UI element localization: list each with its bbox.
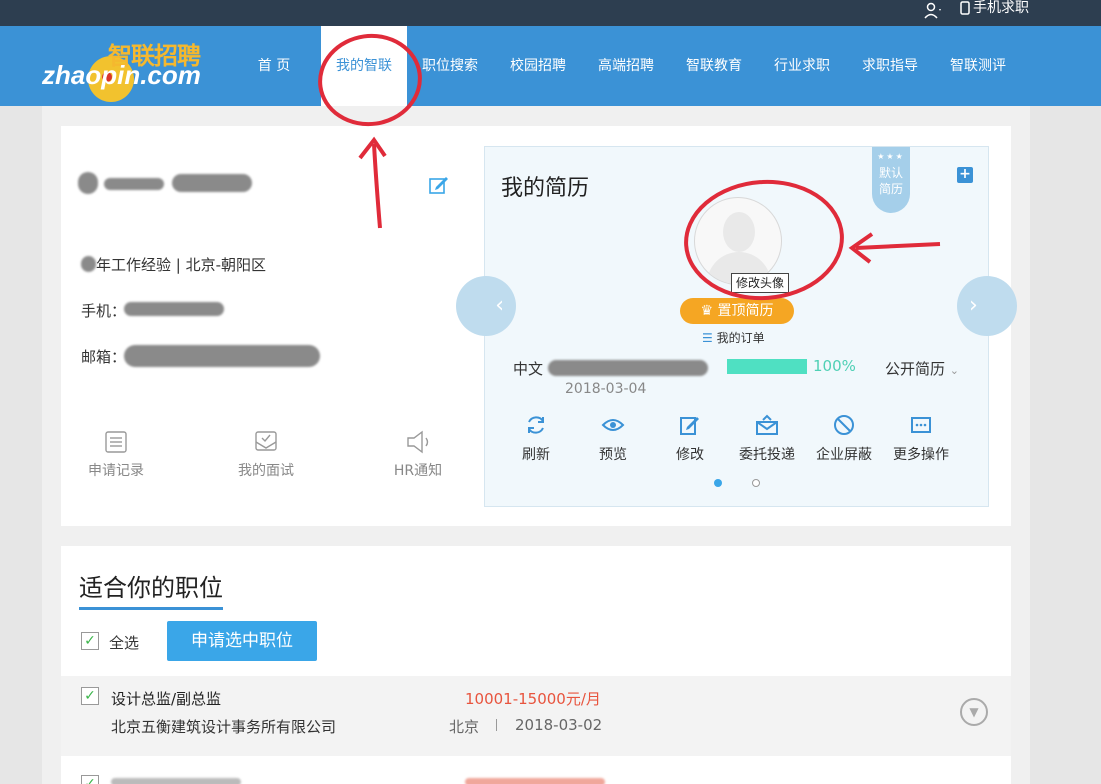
quick-my-interviews-label: 我的面试 bbox=[238, 463, 294, 479]
user-menu[interactable] bbox=[924, 2, 942, 24]
chevron-down-icon: ⌄ bbox=[949, 364, 960, 377]
job-city: 北京 bbox=[449, 718, 480, 736]
more-icon bbox=[911, 417, 931, 433]
redacted-name-2 bbox=[104, 178, 164, 190]
quick-apply-records[interactable]: 申请记录 bbox=[76, 430, 156, 480]
jobs-section-title: 适合你的职位 bbox=[79, 568, 223, 610]
crown-icon: ♛ bbox=[700, 303, 714, 319]
next-job-title-cut bbox=[111, 778, 241, 784]
phone-icon bbox=[960, 1, 970, 15]
user-icon bbox=[924, 2, 941, 19]
redacted-age bbox=[172, 174, 252, 192]
email-label: 邮箱： bbox=[81, 348, 127, 366]
preview-button[interactable]: 预览 bbox=[578, 414, 648, 464]
delegate-icon bbox=[756, 414, 778, 435]
job-checkbox-2[interactable]: ✓ bbox=[81, 775, 99, 784]
logo-en-text: zhaopin.com bbox=[42, 60, 201, 90]
visibility-dropdown[interactable]: 公开简历 ⌄ bbox=[885, 358, 959, 379]
job-company[interactable]: 北京五衡建筑设计事务所有限公司 bbox=[111, 716, 336, 737]
refresh-icon bbox=[528, 416, 544, 434]
nav-job-search[interactable]: 职位搜索 bbox=[420, 26, 480, 106]
list-small-icon: ☰ bbox=[702, 331, 713, 345]
redacted-name bbox=[78, 172, 98, 194]
nav-campus[interactable]: 校园招聘 bbox=[508, 26, 568, 106]
prev-resume-arrow[interactable]: ‹ bbox=[456, 276, 516, 336]
list-icon bbox=[105, 431, 127, 453]
apply-selected-button[interactable]: 申请选中职位 bbox=[167, 621, 317, 661]
job-checkbox[interactable]: ✓ bbox=[81, 687, 99, 705]
experience-text: 年工作经验 | 北京-朝阳区 bbox=[96, 256, 267, 274]
pin-resume-label: 置顶简历 bbox=[717, 303, 774, 319]
top-bar: 手机求职 bbox=[0, 0, 1101, 26]
modify-label: 修改 bbox=[676, 447, 704, 463]
job-meta-divider bbox=[496, 719, 497, 731]
eye-icon bbox=[601, 419, 625, 431]
speaker-icon bbox=[407, 430, 429, 454]
ribbon-label: 默认简历 bbox=[879, 166, 904, 196]
redacted-email bbox=[124, 345, 320, 367]
change-avatar-tooltip[interactable]: 修改头像 bbox=[731, 273, 789, 293]
resume-name: 中文 bbox=[513, 358, 543, 379]
select-all-checkbox[interactable]: ✓ bbox=[81, 632, 99, 650]
nav-industry[interactable]: 行业求职 bbox=[772, 26, 832, 106]
block-company-button[interactable]: 企业屏蔽 bbox=[809, 414, 879, 464]
nav-guide[interactable]: 求职指导 bbox=[860, 26, 920, 106]
edit-profile-icon[interactable] bbox=[428, 174, 450, 196]
nav-home[interactable]: 首 页 bbox=[244, 26, 304, 106]
resume-progress-label: 100% bbox=[813, 357, 856, 375]
quick-hr-notices[interactable]: HR通知 bbox=[378, 430, 458, 480]
delegate-button[interactable]: 委托投递 bbox=[732, 414, 802, 464]
more-actions-label: 更多操作 bbox=[893, 447, 949, 463]
interview-icon bbox=[255, 431, 277, 451]
nav-senior[interactable]: 高端招聘 bbox=[596, 26, 656, 106]
quick-apply-records-label: 申请记录 bbox=[88, 463, 144, 479]
my-orders-label: 我的订单 bbox=[716, 331, 765, 345]
modify-button[interactable]: 修改 bbox=[655, 414, 725, 464]
next-resume-arrow[interactable]: › bbox=[957, 276, 1017, 336]
preview-label: 预览 bbox=[599, 447, 627, 463]
job-title[interactable]: 设计总监/副总监 bbox=[111, 688, 221, 709]
avatar-head bbox=[723, 212, 755, 252]
mobile-job-link[interactable]: 手机求职 bbox=[960, 0, 1029, 16]
carousel-dot-active[interactable] bbox=[714, 479, 722, 487]
resume-name-prefix: 中文 bbox=[513, 360, 544, 378]
zhaopin-logo[interactable]: 智联招聘 zhaopin.com bbox=[42, 36, 212, 102]
pin-resume-button[interactable]: ♛ 置顶简历 bbox=[680, 298, 794, 324]
avatar[interactable] bbox=[694, 197, 782, 285]
redacted-resume-name bbox=[548, 360, 708, 376]
redacted-years bbox=[81, 256, 96, 272]
resume-date: 2018-03-04 bbox=[565, 381, 647, 397]
resume-title: 我的简历 bbox=[501, 176, 590, 201]
plus-icon[interactable]: + bbox=[957, 167, 973, 183]
ribbon-stars: ★★★ bbox=[877, 152, 905, 161]
job-salary: 10001-15000元/月 bbox=[465, 690, 601, 708]
carousel-dot[interactable] bbox=[752, 479, 760, 487]
redacted-phone bbox=[124, 302, 224, 316]
next-job-salary-cut bbox=[465, 778, 605, 784]
refresh-button[interactable]: 刷新 bbox=[501, 414, 571, 464]
visibility-label: 公开简历 bbox=[885, 360, 946, 378]
block-company-label: 企业屏蔽 bbox=[816, 447, 872, 463]
mobile-job-label: 手机求职 bbox=[973, 0, 1029, 16]
refresh-label: 刷新 bbox=[522, 447, 550, 463]
nav-assessment[interactable]: 智联测评 bbox=[948, 26, 1008, 106]
more-actions-button[interactable]: 更多操作 bbox=[886, 414, 956, 464]
job-date: 2018-03-02 bbox=[515, 716, 603, 734]
default-resume-ribbon: ★★★ 默认简历 bbox=[872, 147, 910, 213]
my-orders-link[interactable]: ☰ 我的订单 bbox=[702, 329, 765, 346]
expand-job-icon[interactable]: ▼ bbox=[960, 698, 988, 726]
block-icon bbox=[834, 415, 854, 435]
select-all-label: 全选 bbox=[109, 634, 140, 652]
phone-label: 手机： bbox=[81, 302, 127, 320]
resume-progress-bar bbox=[727, 359, 807, 374]
edit-icon bbox=[680, 417, 699, 435]
nav-my-zhilian[interactable]: 我的智联 bbox=[321, 26, 407, 106]
delegate-label: 委托投递 bbox=[739, 447, 795, 463]
nav-education[interactable]: 智联教育 bbox=[684, 26, 744, 106]
quick-hr-notices-label: HR通知 bbox=[393, 463, 443, 479]
quick-my-interviews[interactable]: 我的面试 bbox=[226, 430, 306, 480]
